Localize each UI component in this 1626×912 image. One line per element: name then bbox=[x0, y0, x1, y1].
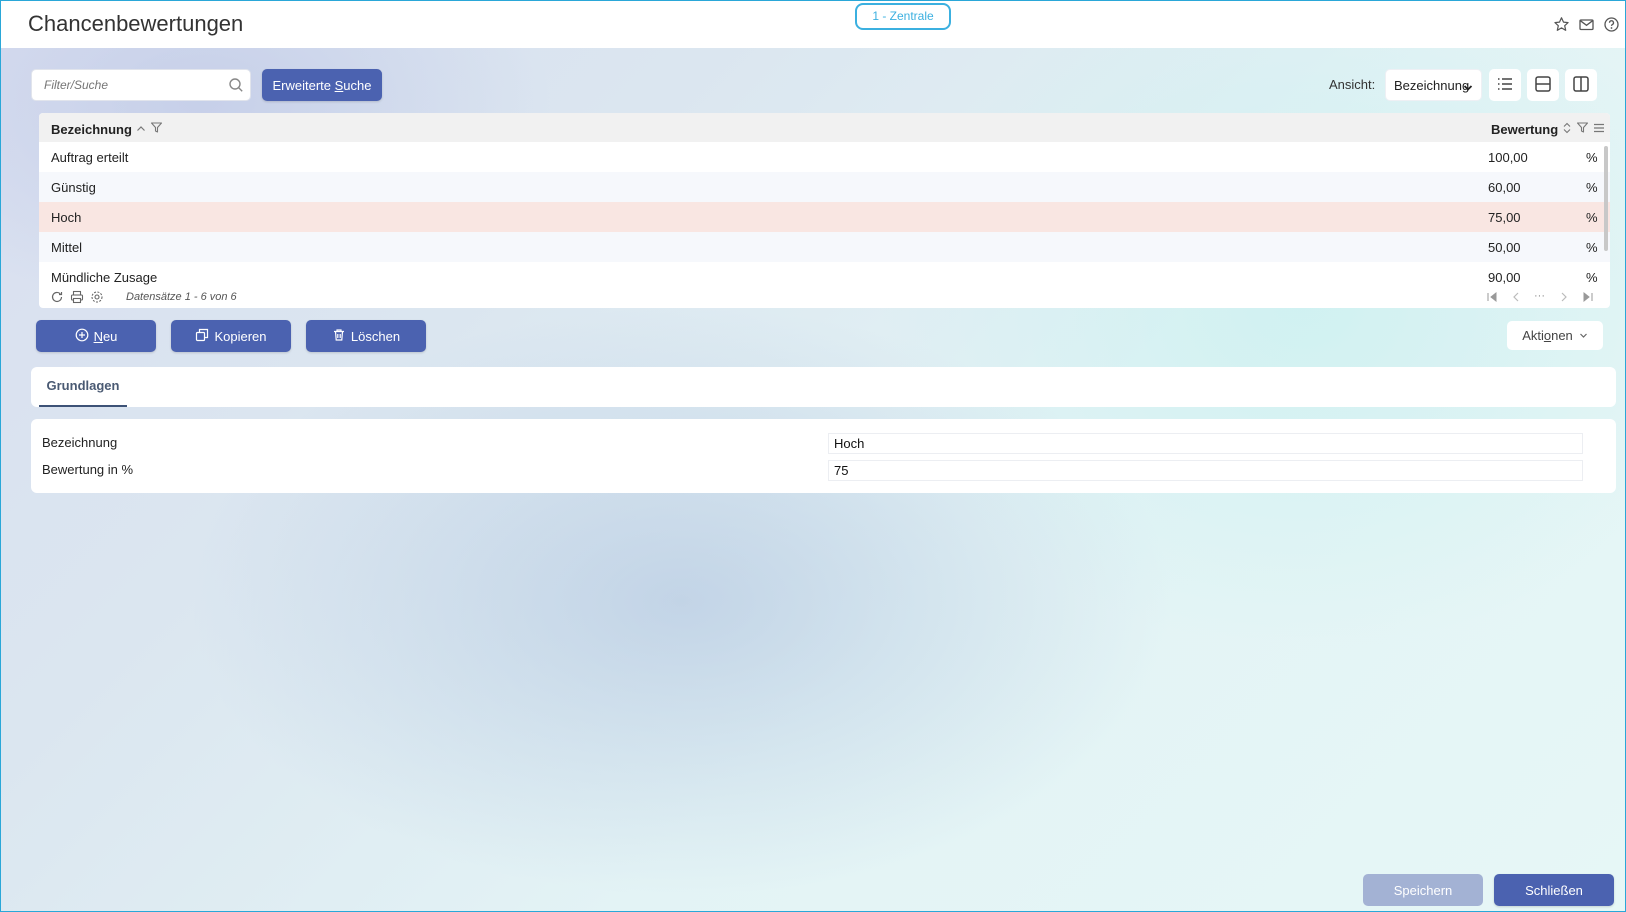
list-view-button[interactable] bbox=[1489, 69, 1521, 101]
pager: ··· bbox=[1486, 290, 1594, 304]
trash-icon bbox=[332, 328, 346, 345]
copy-icon bbox=[195, 328, 209, 345]
sort-asc-icon[interactable] bbox=[136, 122, 146, 137]
view-select-value: Bezeichnung bbox=[1394, 77, 1470, 93]
print-icon[interactable] bbox=[70, 290, 84, 304]
close-button[interactable]: Schließen bbox=[1494, 874, 1614, 906]
view-select[interactable]: Bezeichnung bbox=[1385, 69, 1482, 101]
filter-icon[interactable] bbox=[1576, 121, 1589, 137]
view-label: Ansicht: bbox=[1329, 77, 1376, 92]
branch-badge[interactable]: 1 - Zentrale bbox=[855, 3, 951, 30]
star-icon[interactable] bbox=[1553, 16, 1570, 33]
next-page-icon[interactable] bbox=[1558, 290, 1570, 304]
plus-circle-icon bbox=[75, 328, 89, 345]
rating-field[interactable]: 75 bbox=[828, 460, 1583, 481]
cell-rating: 60,00 bbox=[1488, 180, 1521, 195]
cell-rating: 75,00 bbox=[1488, 210, 1521, 225]
save-button[interactable]: Speichern bbox=[1363, 874, 1483, 906]
cell-name: Mündliche Zusage bbox=[51, 270, 158, 285]
cell-name: Mittel bbox=[51, 240, 83, 255]
chevron-down-icon bbox=[1579, 328, 1588, 343]
cell-unit: % bbox=[1586, 270, 1598, 285]
rating-label: Bewertung in % bbox=[42, 462, 134, 477]
actions-dropdown[interactable]: Aktionen bbox=[1507, 321, 1603, 350]
cell-unit: % bbox=[1586, 210, 1598, 225]
copy-button[interactable]: Kopieren bbox=[171, 320, 291, 352]
help-icon[interactable] bbox=[1603, 16, 1620, 33]
advanced-search-label: Erweiterte Suche bbox=[272, 77, 372, 93]
column-header-rating[interactable]: Bewertung bbox=[1491, 121, 1589, 137]
mail-icon[interactable] bbox=[1578, 16, 1595, 33]
records-grid: Bezeichnung Bewertung Auftrag erteilt 10… bbox=[39, 113, 1610, 308]
split-vertical-button[interactable] bbox=[1565, 69, 1597, 101]
name-label: Bezeichnung bbox=[42, 435, 118, 450]
split-horizontal-button[interactable] bbox=[1527, 69, 1559, 101]
split-vertical-icon bbox=[1572, 75, 1590, 96]
page-title: Chancenbewertungen bbox=[28, 11, 244, 36]
delete-button[interactable]: Löschen bbox=[306, 320, 426, 352]
grid-header: Bezeichnung Bewertung bbox=[39, 113, 1610, 142]
cell-rating: 90,00 bbox=[1488, 270, 1521, 285]
table-row[interactable]: Mittel 50,00 % bbox=[39, 232, 1610, 262]
tab-bar: Grundlagen bbox=[31, 367, 1616, 407]
table-row[interactable]: Günstig 60,00 % bbox=[39, 172, 1610, 202]
app-window: Chancenbewertungen 1 - Zentrale Erweiter… bbox=[0, 0, 1626, 912]
table-row[interactable]: Auftrag erteilt 100,00 % bbox=[39, 142, 1610, 172]
search-box bbox=[31, 69, 251, 101]
actions-dropdown-label: Aktionen bbox=[1522, 328, 1573, 343]
filter-icon[interactable] bbox=[150, 121, 163, 137]
last-page-icon[interactable] bbox=[1582, 290, 1594, 304]
new-button-label: Neu bbox=[93, 328, 118, 344]
cell-name: Günstig bbox=[51, 180, 96, 195]
column-header-name[interactable]: Bezeichnung bbox=[51, 121, 163, 137]
column-name-label: Bezeichnung bbox=[51, 121, 132, 137]
table-row-selected[interactable]: Hoch 75,00 % bbox=[39, 202, 1610, 232]
split-horizontal-icon bbox=[1534, 75, 1552, 96]
grid-footer: Datensätze 1 - 6 von 6 ··· bbox=[39, 289, 1610, 307]
first-page-icon[interactable] bbox=[1486, 290, 1498, 304]
new-button[interactable]: Neu bbox=[36, 320, 156, 352]
cell-unit: % bbox=[1586, 240, 1598, 255]
name-field[interactable]: Hoch bbox=[828, 433, 1583, 454]
cell-name: Auftrag erteilt bbox=[51, 150, 129, 165]
sort-icon[interactable] bbox=[1562, 122, 1572, 137]
refresh-icon[interactable] bbox=[50, 290, 64, 304]
chevron-down-icon bbox=[1463, 81, 1473, 91]
column-rating-label: Bewertung bbox=[1491, 121, 1559, 137]
grid-scrollbar[interactable] bbox=[1604, 146, 1608, 251]
table-row[interactable]: Mündliche Zusage 90,00 % bbox=[39, 262, 1610, 292]
cell-unit: % bbox=[1586, 150, 1598, 165]
advanced-search-button[interactable]: Erweiterte Suche bbox=[262, 69, 382, 101]
list-icon bbox=[1496, 75, 1514, 96]
title-bar: Chancenbewertungen 1 - Zentrale bbox=[1, 1, 1625, 48]
settings-icon[interactable] bbox=[90, 290, 104, 304]
detail-form: Bezeichnung Hoch Bewertung in % 75 bbox=[31, 419, 1616, 493]
copy-button-label: Kopieren bbox=[214, 328, 267, 344]
search-input[interactable] bbox=[44, 70, 224, 100]
column-menu-icon[interactable] bbox=[1592, 121, 1606, 135]
top-icons bbox=[1553, 16, 1620, 33]
previous-page-icon[interactable] bbox=[1510, 290, 1522, 304]
cell-rating: 100,00 bbox=[1488, 150, 1528, 165]
cell-rating: 50,00 bbox=[1488, 240, 1521, 255]
record-count: Datensätze 1 - 6 von 6 bbox=[126, 291, 237, 303]
cell-unit: % bbox=[1586, 180, 1598, 195]
search-icon[interactable] bbox=[228, 77, 244, 93]
cell-name: Hoch bbox=[51, 210, 82, 225]
page-ellipsis: ··· bbox=[1534, 290, 1545, 302]
tab-grundlagen[interactable]: Grundlagen bbox=[39, 367, 127, 407]
delete-button-label: Löschen bbox=[350, 328, 401, 344]
